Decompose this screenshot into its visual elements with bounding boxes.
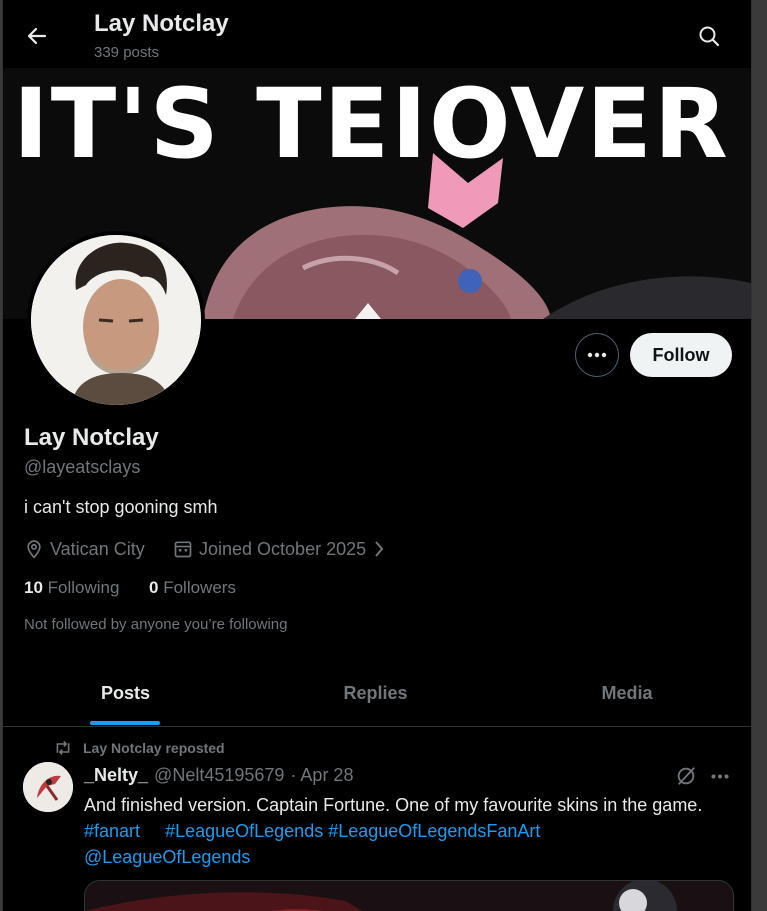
- followers-link[interactable]: 0 Followers: [149, 578, 236, 598]
- follow-button[interactable]: Follow: [630, 333, 732, 377]
- more-options-button[interactable]: [575, 333, 619, 377]
- calendar-icon: [174, 541, 192, 558]
- followers-count: 0: [149, 578, 159, 597]
- profile-joined[interactable]: Joined October 2025: [173, 537, 392, 561]
- repost-indicator[interactable]: Lay Notclay reposted: [53, 738, 225, 758]
- location-icon: [27, 540, 41, 559]
- hashtag-leagueoflegendsfanart[interactable]: #LeagueOfLegendsFanArt: [328, 821, 540, 841]
- profile-page: Lay Notclay 339 posts IT'S TEIOVER Follo…: [2, 0, 752, 911]
- header-name: Lay Notclay: [94, 10, 229, 37]
- profile-avatar[interactable]: [27, 231, 205, 409]
- mention-leagueoflegends[interactable]: @LeagueOfLegends: [84, 847, 250, 867]
- back-arrow-icon: [27, 27, 47, 45]
- tweet-text: And finished version. Captain Fortune. O…: [84, 792, 724, 870]
- back-button[interactable]: [21, 20, 53, 52]
- search-icon: [699, 26, 720, 47]
- chevron-right-icon: [375, 541, 384, 557]
- banner-text: IT'S TEIOVER: [13, 68, 730, 180]
- more-icon: [711, 774, 729, 778]
- search-button[interactable]: [693, 20, 725, 52]
- tweet-body: And finished version. Captain Fortune. O…: [84, 795, 703, 815]
- following-count: 10: [24, 578, 43, 597]
- avatar-image: [31, 235, 201, 405]
- header-post-count: 339 posts: [94, 44, 160, 61]
- hashtag-leagueoflegends[interactable]: #LeagueOfLegends: [165, 821, 323, 841]
- tweet-author-handle[interactable]: @Nelt45195679: [154, 765, 284, 786]
- tweet-media[interactable]: [84, 880, 734, 911]
- active-tab-indicator: [90, 721, 160, 725]
- tweet-author-avatar[interactable]: [23, 762, 73, 812]
- grok-icon: [677, 767, 695, 785]
- tab-media[interactable]: Media: [503, 660, 751, 726]
- not-followed-note: Not followed by anyone you’re following: [24, 616, 288, 633]
- repost-label: Lay Notclay reposted: [83, 740, 225, 756]
- following-label: Following: [47, 578, 120, 597]
- more-icon: [587, 352, 607, 358]
- tab-replies[interactable]: Replies: [248, 660, 503, 726]
- joined-text: Joined October 2025: [199, 538, 367, 559]
- tweet-author-name[interactable]: _Nelty_: [84, 765, 148, 786]
- profile-tabs: Posts Replies Media: [3, 660, 751, 727]
- profile-name: Lay Notclay: [24, 424, 159, 451]
- top-bar: Lay Notclay 339 posts: [3, 0, 751, 68]
- profile-handle: @layeatsclays: [24, 457, 141, 477]
- tweet-media-image: [85, 881, 733, 911]
- tweet-date[interactable]: · Apr 28: [290, 765, 353, 786]
- author-avatar-image: [23, 762, 73, 812]
- profile-location: Vatican City: [24, 537, 145, 561]
- tab-posts[interactable]: Posts: [3, 660, 248, 726]
- profile-bio: i can't stop gooning smh: [24, 497, 218, 517]
- following-link[interactable]: 10 Following: [24, 578, 119, 598]
- tweet-header: _Nelty_ @Nelt45195679 · Apr 28: [84, 764, 353, 786]
- location-text: Vatican City: [50, 538, 145, 559]
- hashtag-fanart[interactable]: #fanart: [84, 821, 140, 841]
- repost-icon: [56, 741, 70, 755]
- followers-label: Followers: [163, 578, 236, 597]
- grok-button[interactable]: [673, 764, 699, 788]
- tweet-more-button[interactable]: [707, 764, 733, 788]
